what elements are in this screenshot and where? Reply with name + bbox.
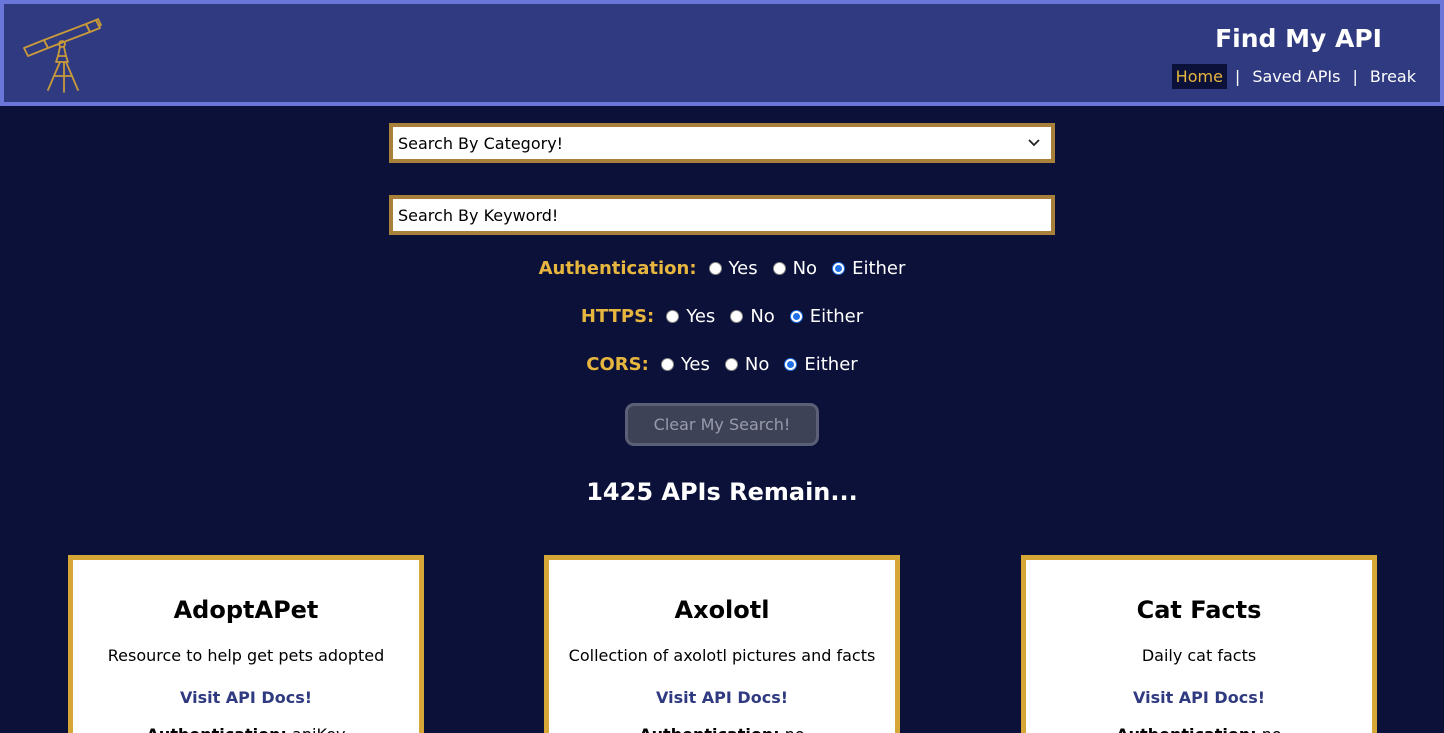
auth-label: Authentication: — [147, 725, 287, 733]
api-card: Cat Facts Daily cat facts Visit API Docs… — [1021, 555, 1377, 733]
https-filter: HTTPS: Yes No Either — [0, 304, 1444, 328]
nav-saved-apis-link[interactable]: Saved APIs — [1248, 64, 1344, 89]
api-card-authentication: Authentication: apiKey — [73, 725, 419, 733]
api-card-title: Cat Facts — [1136, 596, 1262, 624]
api-card-description: Resource to help get pets adopted — [107, 646, 385, 665]
radio-button[interactable] — [666, 309, 680, 323]
api-card-description: Daily cat facts — [1141, 646, 1257, 665]
site-title: Find My API — [1215, 24, 1382, 53]
telescope-icon[interactable] — [20, 14, 110, 96]
nav-break-link[interactable]: Break — [1366, 64, 1420, 89]
nav-separator: | — [1234, 67, 1241, 86]
category-select-value: Search By Category! — [398, 133, 564, 153]
radio-button[interactable] — [708, 261, 722, 275]
api-card-authentication: Authentication: no — [1026, 725, 1372, 733]
option-label: No — [750, 305, 775, 327]
cors-filter: CORS: Yes No Either — [0, 352, 1444, 376]
https-yes-option[interactable]: Yes — [666, 306, 715, 327]
https-no-option[interactable]: No — [730, 305, 775, 327]
cors-filter-label: CORS: — [586, 353, 649, 375]
chevron-down-icon — [1028, 139, 1040, 147]
https-either-option[interactable]: Either — [789, 305, 864, 327]
radio-button-selected[interactable] — [789, 309, 803, 323]
nav-separator: | — [1352, 67, 1358, 86]
api-card-description: Collection of axolotl pictures and facts — [568, 646, 876, 665]
api-card: Axolotl Collection of axolotl pictures a… — [544, 555, 900, 733]
api-card-title: Axolotl — [674, 596, 770, 624]
apis-remaining-count: 1425 APIs Remain... — [586, 478, 858, 506]
main-nav: Home | Saved APIs | Break — [1171, 64, 1420, 89]
option-label: Yes — [728, 257, 758, 279]
cors-either-option[interactable]: Either — [784, 353, 858, 375]
radio-button[interactable] — [730, 309, 744, 323]
authentication-filter-label: Authentication: — [538, 257, 697, 279]
authentication-either-option[interactable]: Either — [832, 258, 905, 279]
authentication-yes-option[interactable]: Yes — [708, 257, 758, 279]
option-label: Either — [852, 257, 906, 279]
option-label: No — [792, 257, 818, 279]
api-card-title: AdoptAPet — [173, 596, 319, 624]
auth-value: no — [785, 725, 805, 733]
option-label: Yes — [680, 353, 710, 375]
category-select[interactable]: Search By Category! — [389, 123, 1055, 163]
radio-button-selected[interactable] — [832, 261, 846, 275]
auth-label: Authentication: — [639, 725, 779, 733]
api-card: AdoptAPet Resource to help get pets adop… — [68, 555, 424, 733]
cors-yes-option[interactable]: Yes — [660, 353, 710, 375]
visit-api-docs-link[interactable]: Visit API Docs! — [73, 688, 419, 707]
option-label: No — [744, 353, 770, 375]
visit-api-docs-link[interactable]: Visit API Docs! — [549, 688, 895, 707]
keyword-search-input[interactable] — [389, 195, 1055, 235]
https-filter-label: HTTPS: — [580, 305, 655, 327]
nav-home-link[interactable]: Home — [1171, 64, 1227, 89]
radio-button-selected[interactable] — [784, 357, 798, 371]
auth-value: no — [1262, 725, 1282, 733]
radio-button[interactable] — [660, 357, 674, 371]
option-label: Either — [804, 353, 858, 375]
radio-button[interactable] — [772, 261, 786, 275]
header-bar: Find My API Home | Saved APIs | Break — [0, 0, 1444, 106]
authentication-no-option[interactable]: No — [772, 257, 818, 279]
visit-api-docs-link[interactable]: Visit API Docs! — [1026, 688, 1372, 707]
api-card-authentication: Authentication: no — [549, 725, 895, 733]
option-label: Either — [809, 305, 864, 327]
auth-value: apiKey — [292, 725, 345, 733]
clear-search-button[interactable]: Clear My Search! — [625, 403, 819, 446]
cors-no-option[interactable]: No — [724, 353, 770, 375]
authentication-filter: Authentication: Yes No Either — [0, 256, 1444, 280]
auth-label: Authentication: — [1116, 725, 1256, 733]
radio-button[interactable] — [724, 357, 738, 371]
option-label: Yes — [686, 305, 716, 327]
